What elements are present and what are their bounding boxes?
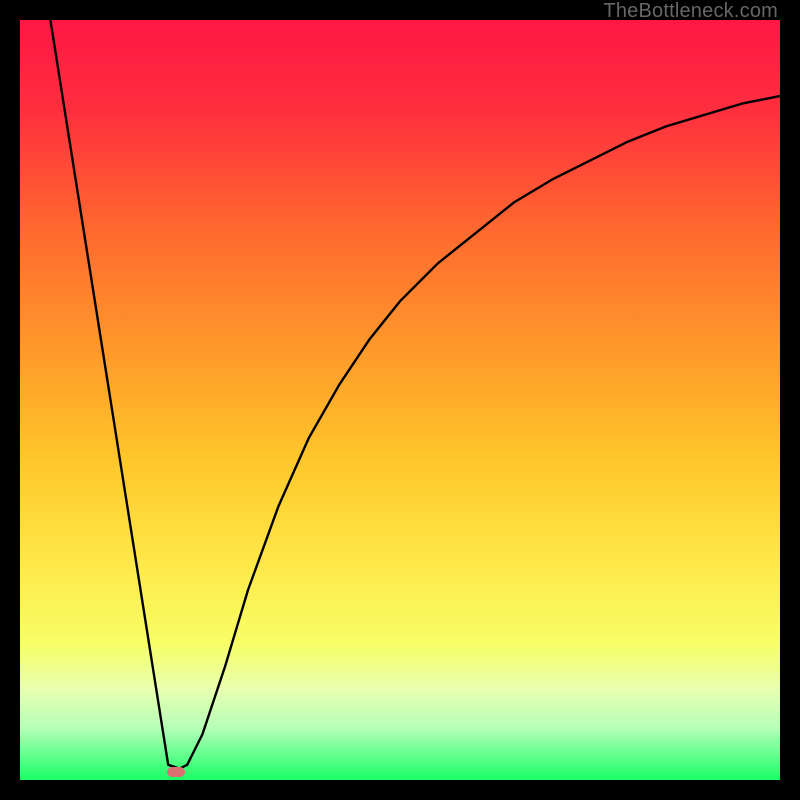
curve-layer	[20, 20, 780, 780]
plot-area	[20, 20, 780, 780]
bottleneck-curve	[50, 20, 780, 769]
optimum-marker	[167, 767, 185, 777]
chart-frame: TheBottleneck.com	[0, 0, 800, 800]
